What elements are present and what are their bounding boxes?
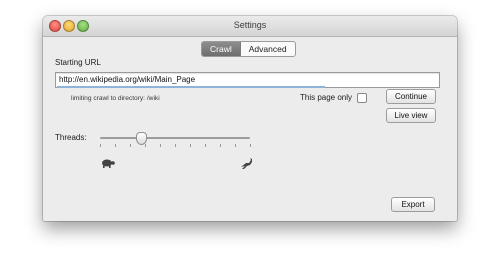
slider-tick xyxy=(145,144,146,147)
slider-tick xyxy=(235,144,236,147)
slider-tick xyxy=(190,144,191,147)
slider-tick xyxy=(205,144,206,147)
starting-url-label: Starting URL xyxy=(55,58,101,67)
export-button[interactable]: Export xyxy=(391,197,435,212)
continue-button[interactable]: Continue xyxy=(386,89,436,104)
directory-hint: limiting crawl to directory: /wiki xyxy=(71,95,160,102)
slider-tick xyxy=(115,144,116,147)
tab-crawl[interactable]: Crawl xyxy=(202,42,241,56)
threads-slider-track[interactable] xyxy=(100,137,250,139)
slider-tick xyxy=(250,144,251,147)
threads-slider-knob[interactable] xyxy=(135,132,147,145)
slider-tick xyxy=(100,144,101,147)
rabbit-icon xyxy=(241,158,252,169)
this-page-only-label: This page only xyxy=(300,93,353,102)
tab-bar: Crawl Advanced xyxy=(201,41,296,57)
settings-window: Settings Crawl Advanced Starting URL lim… xyxy=(43,16,457,221)
this-page-only-checkbox[interactable] xyxy=(357,93,367,103)
slider-tick xyxy=(130,144,131,147)
slider-tick xyxy=(160,144,161,147)
tab-advanced[interactable]: Advanced xyxy=(241,42,295,56)
title-bar: Settings xyxy=(43,16,457,37)
slider-tick xyxy=(220,144,221,147)
window-title: Settings xyxy=(233,20,267,30)
live-view-button[interactable]: Live view xyxy=(386,108,436,123)
slider-tick xyxy=(175,144,176,147)
threads-label: Threads: xyxy=(55,133,87,142)
turtle-icon xyxy=(102,159,115,168)
url-progress-bar xyxy=(57,86,325,88)
